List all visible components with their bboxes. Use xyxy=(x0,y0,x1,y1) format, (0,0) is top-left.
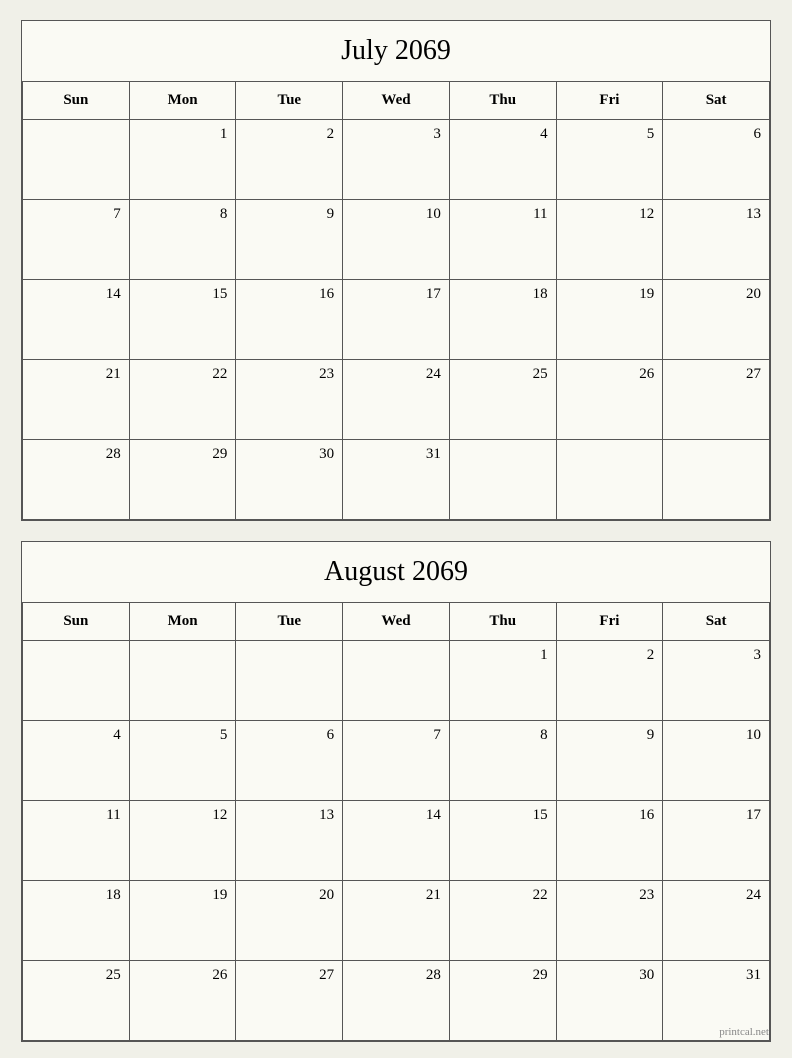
day-cell-0-2-3: 17 xyxy=(343,280,450,360)
day-cell-0-3-0: 21 xyxy=(23,360,130,440)
day-cell-1-0-6: 3 xyxy=(663,641,770,721)
day-cell-1-3-3: 21 xyxy=(343,881,450,961)
calendar-july-2069: July 2069SunMonTueWedThuFriSat1234567891… xyxy=(21,20,771,521)
day-cell-0-3-1: 22 xyxy=(130,360,237,440)
day-cell-1-1-4: 8 xyxy=(450,721,557,801)
day-header-0-3: Wed xyxy=(343,82,450,120)
day-cell-0-0-5: 5 xyxy=(557,120,664,200)
day-cell-0-2-0: 14 xyxy=(23,280,130,360)
day-cell-1-3-0: 18 xyxy=(23,881,130,961)
day-cell-0-1-2: 9 xyxy=(236,200,343,280)
day-header-0-5: Fri xyxy=(557,82,664,120)
day-cell-0-4-6 xyxy=(663,440,770,520)
calendar-august-2069: August 2069SunMonTueWedThuFriSat12345678… xyxy=(21,541,771,1042)
day-header-0-4: Thu xyxy=(450,82,557,120)
day-cell-0-2-4: 18 xyxy=(450,280,557,360)
day-header-1-1: Mon xyxy=(130,603,237,641)
day-header-0-1: Mon xyxy=(130,82,237,120)
calendar-container: July 2069SunMonTueWedThuFriSat1234567891… xyxy=(21,20,771,1042)
day-cell-1-3-6: 24 xyxy=(663,881,770,961)
day-cell-0-0-1: 1 xyxy=(130,120,237,200)
day-cell-0-0-0 xyxy=(23,120,130,200)
day-header-1-5: Fri xyxy=(557,603,664,641)
day-cell-0-4-4 xyxy=(450,440,557,520)
day-cell-1-0-0 xyxy=(23,641,130,721)
day-header-0-2: Tue xyxy=(236,82,343,120)
day-cell-0-0-3: 3 xyxy=(343,120,450,200)
day-cell-1-0-4: 1 xyxy=(450,641,557,721)
day-cell-1-2-4: 15 xyxy=(450,801,557,881)
day-cell-0-2-2: 16 xyxy=(236,280,343,360)
day-cell-0-2-5: 19 xyxy=(557,280,664,360)
day-cell-1-1-3: 7 xyxy=(343,721,450,801)
day-cell-1-1-0: 4 xyxy=(23,721,130,801)
day-cell-1-2-0: 11 xyxy=(23,801,130,881)
day-cell-0-4-1: 29 xyxy=(130,440,237,520)
day-cell-0-1-1: 8 xyxy=(130,200,237,280)
day-cell-1-0-1 xyxy=(130,641,237,721)
day-cell-0-1-3: 10 xyxy=(343,200,450,280)
day-header-0-6: Sat xyxy=(663,82,770,120)
calendar-title-1: August 2069 xyxy=(22,542,770,603)
day-cell-1-1-5: 9 xyxy=(557,721,664,801)
day-cell-0-4-0: 28 xyxy=(23,440,130,520)
day-cell-1-2-2: 13 xyxy=(236,801,343,881)
calendar-title-0: July 2069 xyxy=(22,21,770,82)
day-cell-1-2-1: 12 xyxy=(130,801,237,881)
day-cell-0-4-2: 30 xyxy=(236,440,343,520)
day-cell-0-2-6: 20 xyxy=(663,280,770,360)
day-cell-1-2-5: 16 xyxy=(557,801,664,881)
day-cell-0-1-0: 7 xyxy=(23,200,130,280)
day-cell-0-0-2: 2 xyxy=(236,120,343,200)
day-cell-1-2-6: 17 xyxy=(663,801,770,881)
day-cell-0-3-3: 24 xyxy=(343,360,450,440)
day-header-1-0: Sun xyxy=(23,603,130,641)
day-cell-1-1-2: 6 xyxy=(236,721,343,801)
day-cell-1-1-6: 10 xyxy=(663,721,770,801)
watermark: printcal.net xyxy=(21,1026,771,1038)
day-cell-1-3-1: 19 xyxy=(130,881,237,961)
day-cell-1-3-4: 22 xyxy=(450,881,557,961)
day-cell-0-3-2: 23 xyxy=(236,360,343,440)
day-cell-1-0-3 xyxy=(343,641,450,721)
day-cell-0-3-4: 25 xyxy=(450,360,557,440)
day-cell-0-4-3: 31 xyxy=(343,440,450,520)
day-cell-1-3-2: 20 xyxy=(236,881,343,961)
day-cell-1-3-5: 23 xyxy=(557,881,664,961)
day-header-1-2: Tue xyxy=(236,603,343,641)
day-cell-1-0-5: 2 xyxy=(557,641,664,721)
day-header-0-0: Sun xyxy=(23,82,130,120)
day-cell-1-0-2 xyxy=(236,641,343,721)
day-header-1-6: Sat xyxy=(663,603,770,641)
day-cell-0-3-6: 27 xyxy=(663,360,770,440)
day-cell-0-1-5: 12 xyxy=(557,200,664,280)
day-header-1-3: Wed xyxy=(343,603,450,641)
day-cell-0-2-1: 15 xyxy=(130,280,237,360)
day-cell-0-4-5 xyxy=(557,440,664,520)
day-header-1-4: Thu xyxy=(450,603,557,641)
day-cell-1-2-3: 14 xyxy=(343,801,450,881)
day-cell-1-1-1: 5 xyxy=(130,721,237,801)
day-cell-0-1-4: 11 xyxy=(450,200,557,280)
day-cell-0-0-6: 6 xyxy=(663,120,770,200)
day-cell-0-0-4: 4 xyxy=(450,120,557,200)
calendar-grid-0: SunMonTueWedThuFriSat1234567891011121314… xyxy=(22,82,770,520)
day-cell-0-1-6: 13 xyxy=(663,200,770,280)
day-cell-0-3-5: 26 xyxy=(557,360,664,440)
calendar-grid-1: SunMonTueWedThuFriSat1234567891011121314… xyxy=(22,603,770,1041)
